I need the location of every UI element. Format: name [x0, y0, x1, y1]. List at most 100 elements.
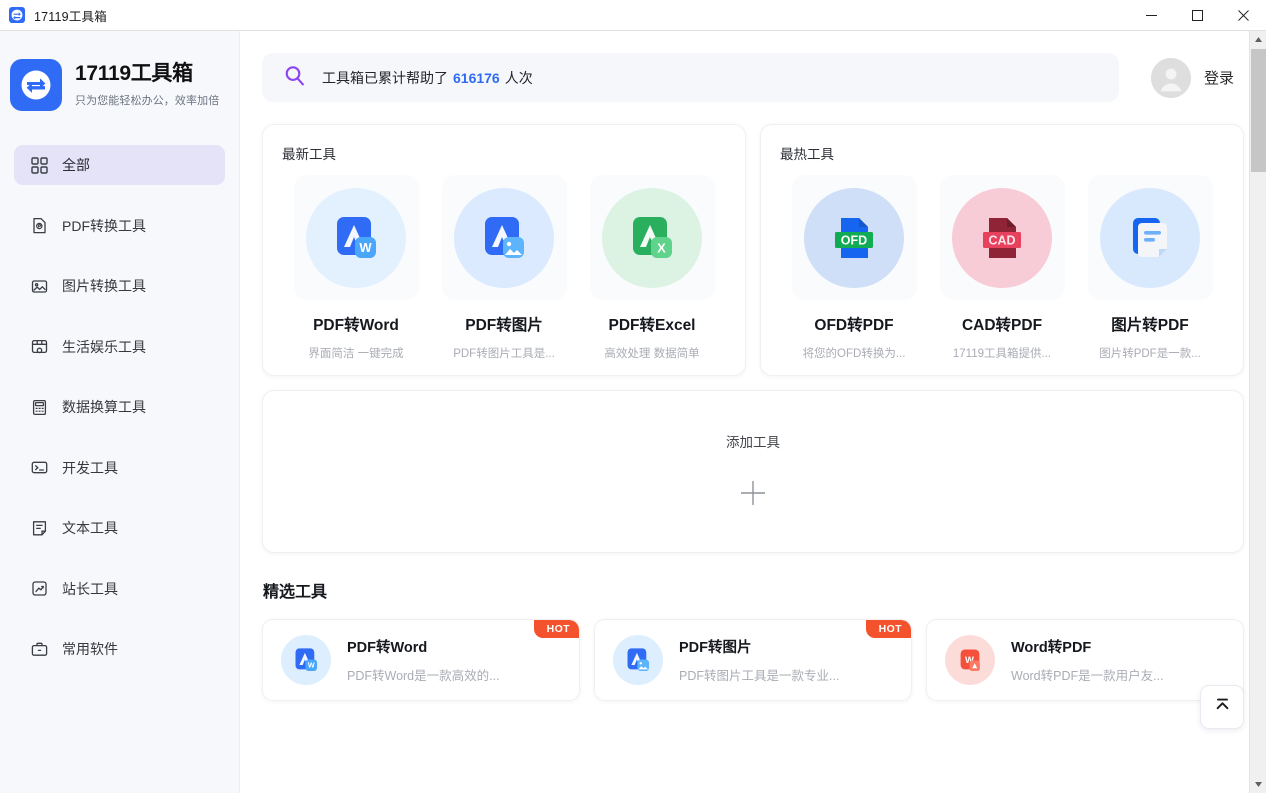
scroll-to-top-icon [1213, 695, 1232, 719]
tool-tile-pdf-to-image[interactable]: PDF转图片 PDF转图片工具是... [430, 173, 578, 361]
scrollbar-down-arrow[interactable] [1250, 776, 1266, 793]
featured-tools-grid: W PDF转Word PDF转Word是一款高效的... HOT PDF转图片 … [262, 619, 1244, 701]
close-button[interactable] [1220, 0, 1266, 31]
tool-name: PDF转Excel [608, 317, 696, 334]
panel-latest-tools: 最新工具 W PDF转Word 界面简洁 一键完成 PDF转图片 PDF转图片工… [262, 124, 746, 376]
sidebar-item-all[interactable]: 全部 [14, 145, 225, 185]
tool-thumb [1087, 175, 1213, 300]
entertainment-icon [30, 338, 48, 356]
image-icon [30, 277, 48, 295]
sidebar-item-pdf-tools[interactable]: PDF转换工具 [14, 206, 225, 246]
add-tool-label: 添加工具 [726, 435, 780, 450]
featured-card-name: PDF转图片 [679, 640, 752, 656]
pdf-to-image-icon [613, 635, 663, 685]
tool-desc: 17119工具箱提供... [952, 348, 1052, 360]
search-icon [284, 65, 305, 91]
sidebar: 17119工具箱 只为您能轻松办公，效率加倍 全部 PDF转换工具 图片转换工具… [0, 31, 240, 793]
featured-card-name: PDF转Word [347, 640, 428, 656]
pdf-to-excel-icon: X [602, 187, 702, 288]
tool-tile-cad-to-pdf[interactable]: CAD CAD转PDF 17119工具箱提供... [928, 173, 1076, 361]
sidebar-item-common-software[interactable]: 常用软件 [14, 629, 225, 669]
search-count: 616176 [453, 69, 500, 86]
sidebar-item-webmaster-tools[interactable]: 站长工具 [14, 569, 225, 609]
tool-name: OFD转PDF [814, 317, 894, 334]
sidebar-item-label: 常用软件 [62, 641, 118, 657]
sidebar-item-dev-tools[interactable]: 开发工具 [14, 448, 225, 488]
app-icon [9, 7, 25, 23]
tool-thumb [441, 175, 567, 300]
login-button[interactable]: 登录 [1150, 57, 1234, 98]
featured-card-pdf-to-image[interactable]: PDF转图片 PDF转图片工具是一款专业... HOT [594, 619, 912, 701]
sidebar-item-label: 图片转换工具 [62, 278, 146, 294]
sidebar-item-data-conversion-tools[interactable]: 数据换算工具 [14, 387, 225, 427]
sidebar-item-label: 开发工具 [62, 459, 118, 476]
back-to-top-button[interactable] [1200, 685, 1244, 729]
featured-card-desc: PDF转图片工具是一款专业... [679, 669, 840, 683]
svg-text:OFD: OFD [841, 233, 867, 247]
search-input[interactable]: 工具箱已累计帮助了 616176 人次 [262, 53, 1119, 102]
word-to-pdf-icon: W [945, 635, 995, 685]
chart-icon [30, 580, 48, 598]
tool-name: CAD转PDF [961, 317, 1043, 334]
vertical-scrollbar[interactable] [1249, 31, 1266, 793]
tool-thumb: CAD [939, 175, 1065, 300]
tool-thumb: W [293, 175, 419, 300]
briefcase-icon [30, 640, 48, 658]
pdf-file-icon [30, 217, 48, 235]
tool-panels: 最新工具 W PDF转Word 界面简洁 一键完成 PDF转图片 PDF转图片工… [262, 124, 1244, 376]
sidebar-item-label: 全部 [62, 157, 90, 173]
sidebar-item-label: PDF转换工具 [62, 217, 146, 234]
scrollbar-up-arrow[interactable] [1250, 31, 1266, 48]
login-label: 登录 [1203, 70, 1234, 87]
scrollbar-thumb[interactable] [1251, 49, 1266, 172]
tool-desc: 高效处理 数据简单 [604, 348, 700, 360]
tool-name: PDF转Word [313, 317, 399, 334]
main-content: 工具箱已累计帮助了 616176 人次 登录 最新工具 W PDF转Word 界… [240, 31, 1266, 793]
top-bar: 工具箱已累计帮助了 616176 人次 登录 [262, 53, 1244, 102]
pdf-to-word-icon: W [281, 635, 331, 685]
pdf-to-word-icon: W [306, 187, 406, 288]
tool-desc: 界面简洁 一键完成 [308, 348, 404, 360]
window-controls [1128, 0, 1266, 31]
tool-tile-pdf-to-word[interactable]: W PDF转Word 界面简洁 一键完成 [282, 173, 430, 361]
brand-block: 17119工具箱 只为您能轻松办公，效率加倍 [0, 59, 239, 111]
tool-desc: 将您的OFD转换为... [802, 348, 906, 360]
svg-text:W: W [359, 240, 372, 255]
image-to-pdf-icon [1100, 187, 1200, 288]
tool-tile-pdf-to-excel[interactable]: X PDF转Excel 高效处理 数据简单 [578, 173, 726, 361]
tool-tile-ofd-to-pdf[interactable]: OFD OFD转PDF 将您的OFD转换为... [780, 173, 928, 361]
featured-card-desc: PDF转Word是一款高效的... [347, 669, 500, 683]
plus-icon [739, 479, 767, 512]
add-tool-button[interactable]: 添加工具 [262, 390, 1244, 553]
featured-card-name: Word转PDF [1011, 640, 1092, 656]
maximize-button[interactable] [1174, 0, 1220, 31]
sidebar-nav: 全部 PDF转换工具 图片转换工具 生活娱乐工具 数据换算工具 开发工具 文本工… [0, 145, 239, 669]
panel-hottest-tools: 最热工具 OFD OFD转PDF 将您的OFD转换为... CAD CAD转PD… [760, 124, 1244, 376]
cad-to-pdf-icon: CAD [952, 187, 1052, 288]
tool-name: PDF转图片 [465, 317, 543, 334]
tool-tile-image-to-pdf[interactable]: 图片转PDF 图片转PDF是一款... [1076, 173, 1224, 361]
featured-card-word-to-pdf[interactable]: W Word转PDF Word转PDF是一款用户友... [926, 619, 1244, 701]
sidebar-item-label: 文本工具 [62, 520, 118, 536]
svg-text:CAD: CAD [988, 233, 1015, 247]
grid-icon [30, 156, 48, 174]
brand-title: 17119工具箱 [75, 62, 193, 86]
svg-text:X: X [657, 240, 666, 255]
panel-title: 最热工具 [780, 147, 834, 162]
terminal-icon [30, 459, 48, 477]
text-file-icon [30, 519, 48, 537]
sidebar-item-image-tools[interactable]: 图片转换工具 [14, 266, 225, 306]
brand-subtitle: 只为您能轻松办公，效率加倍 [75, 94, 220, 107]
search-suffix: 人次 [504, 69, 533, 86]
featured-card-pdf-to-word[interactable]: W PDF转Word PDF转Word是一款高效的... HOT [262, 619, 580, 701]
sidebar-item-text-tools[interactable]: 文本工具 [14, 508, 225, 548]
featured-card-desc: Word转PDF是一款用户友... [1011, 669, 1164, 683]
tool-thumb: X [589, 175, 715, 300]
minimize-button[interactable] [1128, 0, 1174, 31]
window-title: 17119工具箱 [34, 9, 107, 24]
tool-thumb: OFD [791, 175, 917, 300]
tool-name: 图片转PDF [1111, 317, 1189, 334]
sidebar-item-label: 生活娱乐工具 [62, 338, 146, 355]
sidebar-item-life-entertainment-tools[interactable]: 生活娱乐工具 [14, 327, 225, 367]
calculator-icon [30, 398, 48, 416]
